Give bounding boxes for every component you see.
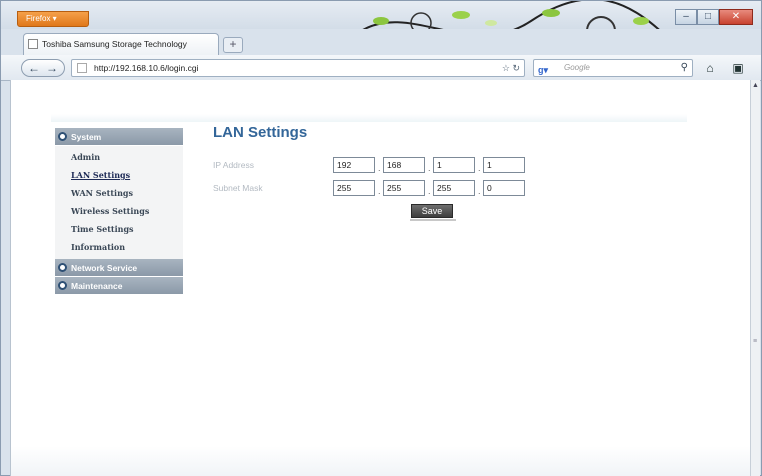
window-controls: – □ ✕ [675,9,753,25]
sidebar-submenu: Admin LAN Settings WAN Settings Wireless… [55,146,183,259]
page-icon [77,63,87,73]
sidebar-item-wireless-settings[interactable]: Wireless Settings [55,202,183,220]
save-button[interactable]: Save [410,204,456,221]
firefox-menu-button[interactable]: Firefox ▾ [17,11,89,27]
ip-octet-2[interactable] [383,157,425,173]
new-tab-button[interactable]: + [223,37,243,53]
page-header-strip [51,114,687,122]
home-icon[interactable]: ⌂ [701,60,719,76]
page-title: LAN Settings [213,124,308,141]
google-icon: g▾ [538,65,549,75]
mask-octet-3[interactable] [433,180,475,196]
tab-toshiba[interactable]: Toshiba Samsung Storage Technology [23,33,219,55]
ip-dot-separator: . [378,163,381,173]
close-button[interactable]: ✕ [719,9,753,25]
star-reload-icon[interactable]: ☆ ↻ [502,60,520,76]
ip-octet-1[interactable] [333,157,375,173]
mask-octet-1[interactable] [333,180,375,196]
mask-dot-separator: . [428,186,431,196]
sidebar-section-system[interactable]: System [55,128,183,146]
bullet-icon [58,263,67,272]
mask-octet-2[interactable] [383,180,425,196]
sidebar-section-maintenance[interactable]: Maintenance [55,277,183,295]
subnet-mask-label: Subnet Mask [213,183,263,193]
url-text: http://192.168.10.6/login.cgi [94,63,199,73]
sidebar-item-time-settings[interactable]: Time Settings [55,220,183,238]
mask-dot-separator: . [478,186,481,196]
search-placeholder: Google [564,63,590,72]
maximize-button[interactable]: □ [697,9,719,25]
page-viewport: System Admin LAN Settings WAN Settings W… [10,80,751,476]
ip-dot-separator: . [478,163,481,173]
addon-bar-icon[interactable]: ▣ [729,60,747,76]
decorative-theme-image [362,1,660,29]
mask-dot-separator: . [378,186,381,196]
firefox-menu-label: Firefox [26,14,51,23]
bottom-fade [11,446,751,476]
sidebar-item-information[interactable]: Information [55,238,183,256]
ip-address-label: IP Address [213,160,254,170]
navigation-bar: ←→ http://192.168.10.6/login.cgi ☆ ↻ g▾ … [1,55,761,81]
sidebar: System Admin LAN Settings WAN Settings W… [55,128,183,295]
tab-title: Toshiba Samsung Storage Technology [42,39,187,49]
vertical-scrollbar[interactable]: ▲ ≡ [750,80,760,476]
scroll-up-icon[interactable]: ▲ [752,82,759,89]
sidebar-section-label: Maintenance [71,281,123,291]
bullet-icon [58,132,67,141]
back-forward-buttons[interactable]: ←→ [21,59,65,77]
sidebar-item-wan-settings[interactable]: WAN Settings [55,184,183,202]
search-icon[interactable]: ⚲ [681,60,688,76]
ip-dot-separator: . [428,163,431,173]
scroll-grip-icon[interactable]: ≡ [753,338,757,345]
url-bar[interactable]: http://192.168.10.6/login.cgi ☆ ↻ [71,59,525,77]
tab-bar: Toshiba Samsung Storage Technology + [1,29,761,55]
bullet-icon [58,281,67,290]
sidebar-section-label: System [71,132,102,142]
search-input[interactable]: g▾ Google ⚲ [533,59,693,77]
page-icon [28,39,38,49]
sidebar-item-admin[interactable]: Admin [55,148,183,166]
sidebar-section-network-service[interactable]: Network Service [55,259,183,277]
ip-octet-3[interactable] [433,157,475,173]
mask-octet-4[interactable] [483,180,525,196]
minimize-button[interactable]: – [675,9,697,25]
ip-octet-4[interactable] [483,157,525,173]
title-bar: Firefox ▾ – □ ✕ [1,1,761,29]
sidebar-item-lan-settings[interactable]: LAN Settings [55,166,183,184]
sidebar-section-label: Network Service [71,263,138,273]
